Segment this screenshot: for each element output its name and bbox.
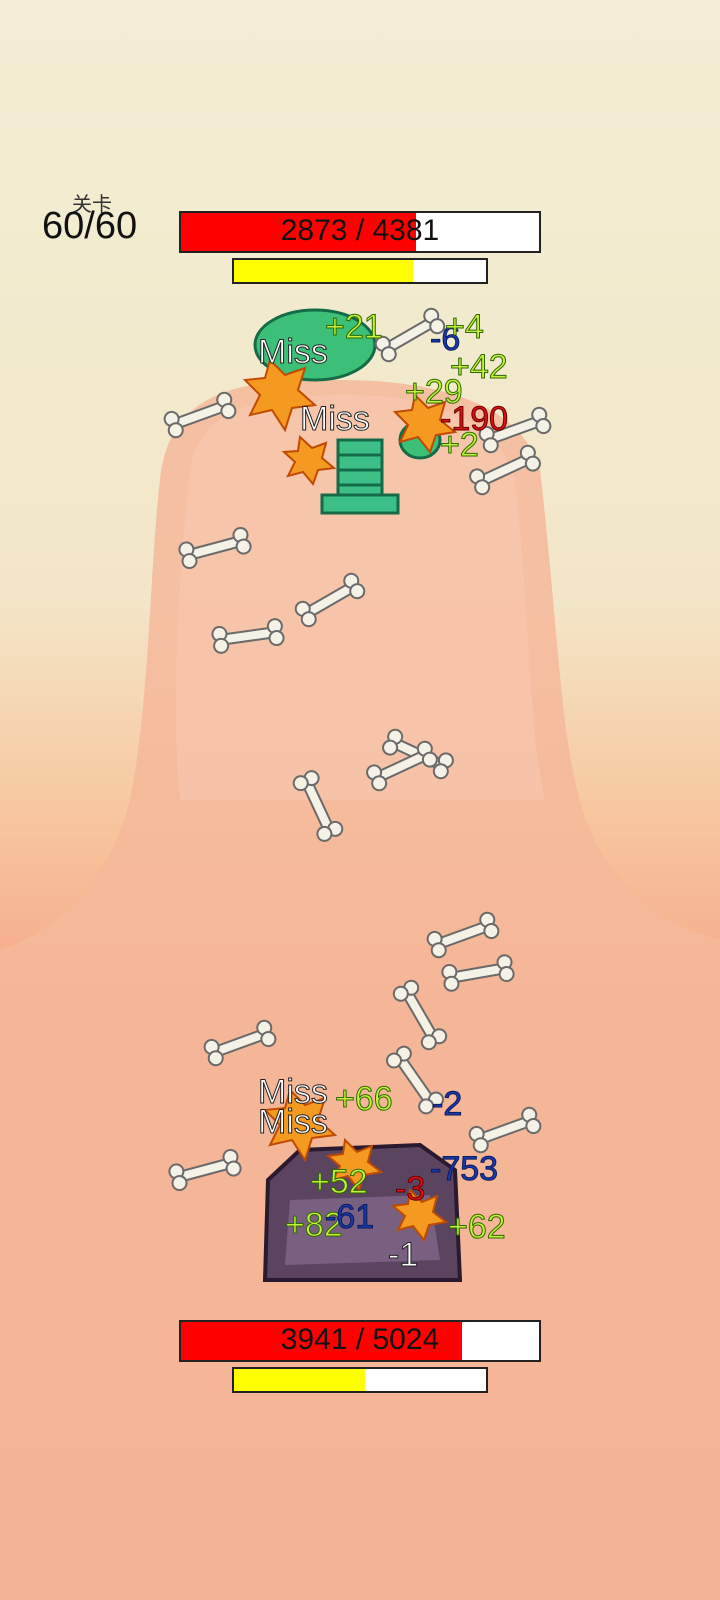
level-counter: 60/60 (42, 205, 138, 247)
enemy-health-bar: 2873 / 4381 (179, 211, 541, 253)
floating-miss-text: Miss (258, 333, 329, 371)
floating-number: -1 (387, 1236, 419, 1274)
floating-number: +21 (325, 308, 384, 346)
enemy-energy-bar (232, 258, 488, 284)
floating-number: -753 (429, 1150, 499, 1188)
floating-number: +4 (445, 308, 485, 346)
floating-miss-text: Miss (258, 1103, 329, 1141)
player-energy-bar (232, 1367, 488, 1393)
floating-number: +66 (335, 1080, 394, 1118)
enemy-health-text: 2873 / 4381 (280, 214, 440, 247)
floating-miss-text: Miss (300, 400, 371, 438)
player-energy-fill (234, 1369, 366, 1391)
player-health-bar: 3941 / 5024 (179, 1320, 541, 1362)
floating-number: +62 (448, 1208, 507, 1246)
floating-number: +52 (310, 1163, 369, 1201)
floating-number: +2 (440, 426, 480, 464)
enemy-energy-fill (234, 260, 413, 282)
floating-number: -61 (324, 1198, 375, 1236)
player-health-text: 3941 / 5024 (280, 1323, 440, 1356)
floating-number: -3 (394, 1170, 426, 1208)
floating-number: -2 (431, 1085, 463, 1123)
